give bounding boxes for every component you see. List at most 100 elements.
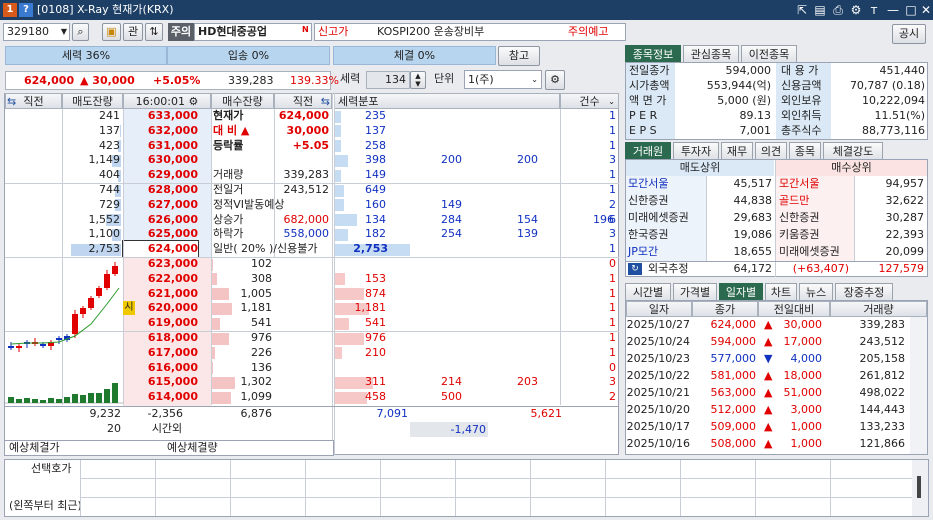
gwan-button[interactable]: 관	[123, 23, 143, 41]
bid-price[interactable]: 617,000	[123, 345, 198, 361]
unit-select[interactable]: 1(주) ⌄	[464, 70, 542, 89]
buy-broker-name[interactable]: 골드만	[779, 193, 809, 209]
transfer-button[interactable]: ⇅	[145, 23, 163, 41]
daily-change: 17,000	[783, 335, 823, 348]
buy-broker-name[interactable]: 미래에셋증권	[779, 244, 840, 260]
candle-body	[104, 274, 110, 288]
daily-volume: 121,866	[859, 437, 906, 450]
right-arrow-icon[interactable]: ⇆	[321, 94, 330, 109]
tab-stock-info[interactable]: 종목정보	[625, 45, 681, 62]
ask-price[interactable]: 626,000	[123, 212, 198, 228]
expected-qty-label: 예상체결량	[167, 441, 218, 454]
bid-price[interactable]: 616,000	[123, 360, 198, 376]
bid-price[interactable]: 621,000	[123, 286, 198, 302]
scrollbar-thumb[interactable]	[917, 476, 921, 498]
scrollbar[interactable]	[910, 317, 927, 454]
settings-icon[interactable]: ⚙	[848, 2, 864, 18]
grid-line	[332, 93, 333, 455]
ask-price[interactable]: 630,000	[123, 152, 198, 168]
bid-price[interactable]: 619,000	[123, 315, 198, 331]
bid-price[interactable]: 618,000	[123, 330, 198, 346]
count-value: 1	[609, 109, 616, 122]
ask-price[interactable]: 629,000	[123, 167, 198, 183]
bid-price[interactable]: 614,000	[123, 389, 198, 405]
refresh-icon[interactable]: ↻	[628, 263, 642, 275]
sell-broker-name[interactable]: 모간서울	[628, 176, 668, 192]
tab-watchlist[interactable]: 관심종목	[683, 45, 739, 62]
dist-value: 649	[365, 183, 386, 196]
settings-button[interactable]: ⚙	[545, 70, 565, 90]
maximize-icon[interactable]: □	[903, 2, 919, 18]
gear-icon[interactable]: ⚙	[189, 95, 199, 108]
buy-broker-name[interactable]: 모간서울	[779, 176, 819, 192]
tab-finance[interactable]: 재무	[721, 142, 753, 159]
minimize-icon[interactable]: —	[885, 2, 901, 18]
ipsong-ratio: 입송 0%	[167, 46, 330, 65]
ask-price[interactable]: 625,000	[123, 226, 198, 242]
tab-previous[interactable]: 이전종목	[741, 45, 797, 62]
stock-code-input[interactable]: 329180 ▼	[3, 23, 70, 41]
tab-item[interactable]: 종목	[789, 142, 821, 159]
daily-date: 2025/10/27	[626, 318, 690, 331]
sell-broker-name[interactable]: 미래에셋증권	[628, 210, 689, 226]
sell-broker-qty: 44,838	[733, 194, 773, 207]
sell-broker-name[interactable]: 한국증권	[628, 227, 668, 243]
spin-button[interactable]: ▲ ▼	[410, 71, 426, 89]
ask-price[interactable]: 628,000	[123, 182, 198, 198]
pin-icon[interactable]: ᴛ	[866, 2, 882, 18]
link-icon[interactable]: ⇱	[794, 2, 810, 18]
count-value: 0	[609, 360, 616, 374]
tab-strength[interactable]: 체결강도	[823, 142, 883, 159]
bid-price[interactable]: 615,000	[123, 374, 198, 390]
tab-investor[interactable]: 투자자	[673, 142, 719, 159]
bid-qty: 308	[251, 271, 272, 285]
volume-bar	[24, 398, 30, 403]
ask-price[interactable]: 633,000	[123, 108, 198, 124]
ask-qty: 744	[99, 183, 120, 196]
seryuk-threshold-input[interactable]: 134	[366, 71, 410, 89]
tab-daily[interactable]: 일자별	[719, 283, 763, 300]
bid-price[interactable]: 623,000	[123, 256, 198, 272]
tab-intraday-est[interactable]: 장중추정	[835, 283, 893, 300]
scrollbar[interactable]	[912, 460, 928, 516]
count-value: 1	[609, 345, 616, 359]
volume-bar	[48, 398, 54, 403]
tab-chart[interactable]: 차트	[765, 283, 797, 300]
ask-price[interactable]: 631,000	[123, 138, 198, 154]
chevron-down-icon[interactable]: ⌄	[608, 94, 615, 109]
buy-broker-name[interactable]: 신한증권	[779, 210, 819, 226]
help-icon[interactable]: ?	[19, 3, 33, 17]
daily-date: 2025/10/21	[626, 386, 690, 399]
search-button[interactable]: ⌕	[72, 23, 89, 41]
reference-button[interactable]: 참고	[498, 46, 540, 66]
tab-time[interactable]: 시간별	[625, 283, 671, 300]
ask-price[interactable]: 627,000	[123, 197, 198, 213]
folder-button[interactable]: ▣	[102, 23, 121, 41]
count-value: 3	[609, 153, 616, 167]
info-label: 정적VI발동예상	[213, 197, 285, 211]
bid-price[interactable]: 622,000	[123, 271, 198, 287]
dist-value: 160	[365, 197, 386, 211]
volume-bar	[56, 399, 62, 403]
info-label: 총주식수	[781, 124, 822, 137]
notice-button[interactable]: 공시	[892, 24, 926, 44]
grid-line	[334, 93, 335, 455]
time-header: 16:00:01 ⚙	[123, 93, 211, 109]
close-icon[interactable]: ✕	[918, 2, 933, 18]
buy-broker-name[interactable]: 키움증권	[779, 227, 819, 243]
save-icon[interactable]: ▤	[812, 2, 828, 18]
dropdown-arrow-icon[interactable]: ▼	[61, 24, 67, 40]
tab-broker[interactable]: 거래원	[625, 142, 671, 159]
print-icon[interactable]: ⎙	[830, 2, 846, 18]
tab-opinion[interactable]: 의견	[755, 142, 787, 159]
tab-price[interactable]: 가격별	[673, 283, 717, 300]
sell-broker-name[interactable]: 신한증권	[628, 193, 668, 209]
dist-value: 2,753	[353, 242, 388, 256]
tab-news[interactable]: 뉴스	[799, 283, 833, 300]
info-label: 대 용 가	[781, 64, 819, 77]
sell-broker-name[interactable]: JP모간	[628, 244, 658, 260]
left-arrow-icon[interactable]: ⇆	[7, 94, 16, 109]
ask-price[interactable]: 624,000	[122, 240, 199, 259]
ask-price[interactable]: 632,000	[123, 123, 198, 139]
count-value: 3	[609, 227, 616, 241]
